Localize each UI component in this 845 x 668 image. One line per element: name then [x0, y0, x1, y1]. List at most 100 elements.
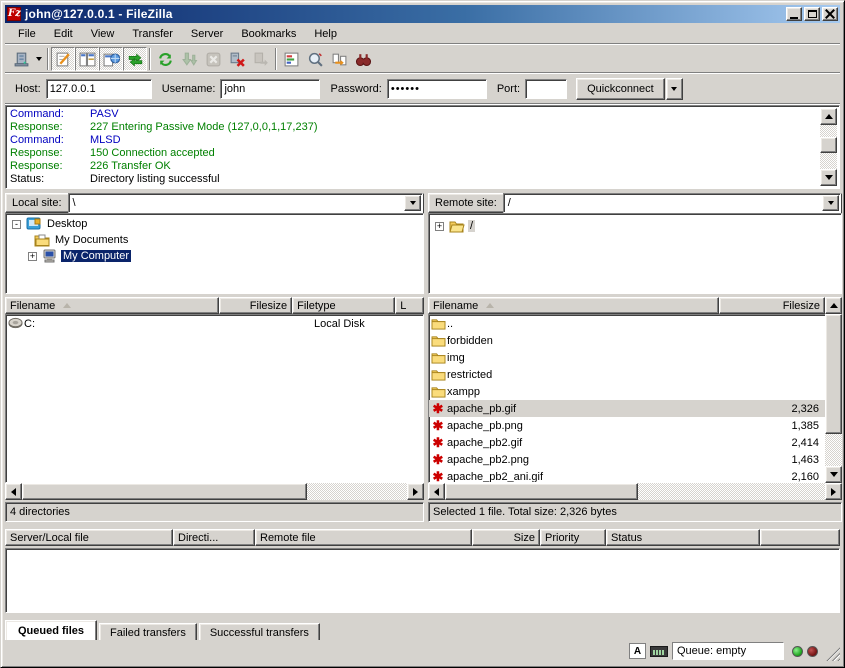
toggle-transfer-queue-button[interactable] — [123, 47, 147, 71]
file-row-selected[interactable]: ✱ apache_pb.gif 2,326 — [429, 400, 825, 417]
column-size[interactable]: Size — [472, 529, 540, 546]
local-site-combobox[interactable]: \ — [68, 193, 423, 213]
tree-item-label[interactable]: My Documents — [53, 234, 130, 246]
arrow-up-icon — [825, 114, 833, 119]
quickconnect-button[interactable]: Quickconnect — [576, 78, 665, 100]
menu-edit[interactable]: Edit — [45, 26, 82, 42]
scroll-down-button[interactable] — [820, 169, 837, 186]
column-priority[interactable]: Priority — [540, 529, 606, 546]
remote-directory-tree: + / — [428, 213, 842, 294]
file-row[interactable]: ✱ apache_pb2_ani.gif 2,160 — [429, 468, 825, 483]
sort-ascending-icon — [63, 303, 71, 308]
file-row[interactable]: ✱ apache_pb2.gif 2,414 — [429, 434, 825, 451]
toggle-local-tree-button[interactable] — [75, 47, 99, 71]
remote-list-scrollbar[interactable] — [825, 297, 842, 483]
column-filename[interactable]: Filename — [5, 297, 219, 314]
column-filetype[interactable]: Filetype — [292, 297, 395, 314]
toolbar-separator — [47, 48, 49, 70]
local-site-dropdown[interactable] — [404, 195, 421, 211]
collapse-toggle[interactable]: - — [12, 220, 21, 229]
file-row[interactable]: ✱ apache_pb2.png 1,463 — [429, 451, 825, 468]
file-row-local-drive[interactable]: C: Local Disk — [6, 315, 423, 332]
log-scrollbar[interactable] — [820, 108, 837, 186]
menu-transfer[interactable]: Transfer — [123, 26, 182, 42]
find-files-button[interactable] — [351, 47, 375, 71]
file-row[interactable]: ✱ apache_pb.png 1,385 — [429, 417, 825, 434]
refresh-button[interactable] — [153, 47, 177, 71]
remote-site-combobox[interactable]: / — [503, 193, 841, 213]
menu-bookmarks[interactable]: Bookmarks — [232, 26, 305, 42]
remote-list-header: Filename Filesize — [428, 297, 825, 314]
menu-view[interactable]: View — [82, 26, 124, 42]
maximize-button[interactable] — [804, 7, 820, 21]
column-server-local-file[interactable]: Server/Local file — [5, 529, 173, 546]
minimize-button[interactable] — [786, 7, 802, 21]
expand-toggle[interactable]: + — [435, 222, 444, 231]
remote-site-dropdown[interactable] — [822, 195, 839, 211]
tree-item-my-documents[interactable]: My Documents — [12, 232, 423, 248]
expand-toggle[interactable]: + — [28, 252, 37, 261]
port-input[interactable] — [525, 79, 567, 99]
menu-server[interactable]: Server — [182, 26, 232, 42]
remote-list-hscrollbar[interactable] — [428, 483, 842, 500]
quickconnect-bar: Host: Username: Password: Port: Quickcon… — [5, 74, 840, 103]
username-input[interactable] — [220, 79, 320, 99]
column-last-modified[interactable]: L — [395, 297, 424, 314]
scrollbar-thumb[interactable] — [825, 314, 842, 434]
tree-item-label[interactable]: My Computer — [61, 250, 131, 262]
tree-item-desktop[interactable]: - Desktop — [12, 216, 423, 232]
host-input[interactable] — [46, 79, 152, 99]
directory-listing-filters-button[interactable] — [279, 47, 303, 71]
toggle-message-log-button[interactable] — [51, 47, 75, 71]
file-row[interactable]: xampp — [429, 383, 825, 400]
tree-item-my-computer[interactable]: + My Computer — [12, 248, 423, 264]
resize-grip[interactable] — [826, 647, 840, 661]
password-input[interactable] — [387, 79, 487, 99]
site-manager-button[interactable] — [9, 47, 33, 71]
tree-item-root[interactable]: + / — [435, 218, 841, 234]
tree-item-label[interactable]: / — [468, 220, 475, 232]
column-filesize[interactable]: Filesize — [219, 297, 292, 314]
column-direction[interactable]: Directi... — [173, 529, 255, 546]
file-name: C: — [24, 318, 35, 330]
file-row[interactable]: forbidden — [429, 332, 825, 349]
scrollbar-thumb[interactable] — [22, 483, 307, 500]
column-remote-file[interactable]: Remote file — [255, 529, 472, 546]
file-search-button[interactable] — [303, 47, 327, 71]
tab-queued-files[interactable]: Queued files — [5, 620, 97, 640]
local-list-hscrollbar[interactable] — [5, 483, 424, 500]
scroll-right-button[interactable] — [825, 483, 842, 500]
reconnect-button[interactable] — [249, 47, 273, 71]
column-status[interactable]: Status — [606, 529, 760, 546]
scroll-up-button[interactable] — [820, 108, 837, 125]
scrollbar-thumb[interactable] — [445, 483, 638, 500]
arrow-right-icon — [413, 488, 418, 496]
file-row[interactable]: img — [429, 349, 825, 366]
log-text: PASV — [90, 108, 119, 120]
menu-help[interactable]: Help — [305, 26, 346, 42]
scrollbar-thumb[interactable] — [820, 137, 837, 153]
toggle-remote-tree-button[interactable] — [99, 47, 123, 71]
directory-comparison-button[interactable] — [327, 47, 351, 71]
menu-file[interactable]: File — [9, 26, 45, 42]
site-manager-dropdown[interactable] — [33, 48, 45, 70]
process-queue-button[interactable] — [177, 47, 201, 71]
scroll-left-button[interactable] — [5, 483, 22, 500]
scroll-up-button[interactable] — [825, 297, 842, 314]
image-file-icon: ✱ — [429, 419, 447, 432]
tree-item-label[interactable]: Desktop — [45, 218, 89, 230]
scroll-down-button[interactable] — [825, 466, 842, 483]
close-button[interactable] — [822, 7, 838, 21]
column-filesize[interactable]: Filesize — [719, 297, 825, 314]
file-row[interactable]: .. — [429, 315, 825, 332]
quickconnect-dropdown[interactable] — [666, 78, 683, 100]
tab-failed-transfers[interactable]: Failed transfers — [99, 623, 197, 640]
scroll-left-button[interactable] — [428, 483, 445, 500]
cancel-button[interactable] — [201, 47, 225, 71]
column-filename[interactable]: Filename — [428, 297, 719, 314]
tab-successful-transfers[interactable]: Successful transfers — [199, 623, 320, 640]
disconnect-button[interactable] — [225, 47, 249, 71]
file-row[interactable]: restricted — [429, 366, 825, 383]
menu-bar: File Edit View Transfer Server Bookmarks… — [5, 24, 840, 43]
scroll-right-button[interactable] — [407, 483, 424, 500]
